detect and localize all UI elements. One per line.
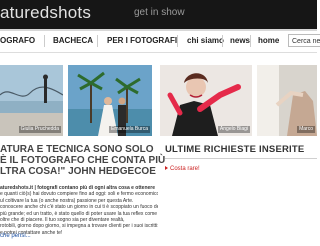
nav-item-per-i-fotografi[interactable]: PER I FOTOGRAFI xyxy=(107,36,177,46)
site-logo[interactable]: aturedshots xyxy=(0,1,91,25)
intro-line: e quanti ciò(s) hai dovuto compiere fino… xyxy=(0,191,158,198)
gallery-photo[interactable]: Marco xyxy=(257,65,317,136)
request-link[interactable]: Costa rare! xyxy=(165,166,200,172)
nav-item-bacheca[interactable]: BACHECA xyxy=(53,36,93,46)
gallery-photo[interactable]: Emanuela Burca xyxy=(68,65,152,136)
site-tagline: get in show xyxy=(134,7,185,18)
photo-caption: Giulia Pruchedda xyxy=(18,126,61,133)
nav-item-fotografo[interactable]: OGRAFO xyxy=(0,36,35,46)
nav-item-news[interactable]: news xyxy=(230,36,250,46)
gallery-photo[interactable]: Giulia Pruchedda xyxy=(0,65,63,136)
intro-line: conoscere anche chi c'è stato un giorno … xyxy=(0,204,158,211)
quote-heading: ATURA E TECNICA SONO SOLO È IL FOTOGRAFO… xyxy=(0,144,166,177)
nav-separator xyxy=(222,35,223,47)
search-input[interactable]: Cerca ne xyxy=(288,34,320,47)
intro-line: rotobili, giorno dopo giorno, si impegna… xyxy=(0,223,158,230)
photo-caption: Marco xyxy=(297,126,315,133)
nav-separator xyxy=(44,35,45,47)
arrow-right-icon xyxy=(165,166,168,171)
quote-line: ATURA E TECNICA SONO SOLO xyxy=(0,144,154,155)
main-nav: OGRAFO BACHECA PER I FOTOGRAFI chi siamo… xyxy=(0,31,320,53)
read-more-link[interactable]: che pensi... xyxy=(0,233,31,239)
nav-separator xyxy=(97,35,98,47)
intro-text: aturedshots.it | fotografi contano più d… xyxy=(0,185,158,236)
sidebar-divider xyxy=(165,158,317,159)
gallery-photo[interactable]: Angelo Biagi xyxy=(160,65,252,136)
latest-requests-title: ULTIME RICHIESTE INSERITE xyxy=(165,144,305,155)
request-link-label: Costa rare! xyxy=(170,166,200,172)
photo-caption: Emanuela Burca xyxy=(109,126,150,133)
nav-separator xyxy=(250,35,251,47)
nav-separator xyxy=(177,35,178,47)
nav-item-home[interactable]: home xyxy=(258,36,279,46)
photo-caption: Angelo Biagi xyxy=(217,126,250,133)
intro-line: più grande; ed un tratto, è stato quello… xyxy=(0,210,158,217)
nav-item-chi-siamo[interactable]: chi siamo xyxy=(187,36,224,46)
latest-requests-panel: ULTIME RICHIESTE INSERITE Costa rare! xyxy=(165,144,317,172)
quote-line: LTRA COSA!" JOHN HEDGECOE xyxy=(0,166,156,177)
site-header: aturedshots get in show xyxy=(0,0,317,31)
quote-line: È IL FOTOGRAFO CHE CONTA PIÙ xyxy=(0,155,166,166)
